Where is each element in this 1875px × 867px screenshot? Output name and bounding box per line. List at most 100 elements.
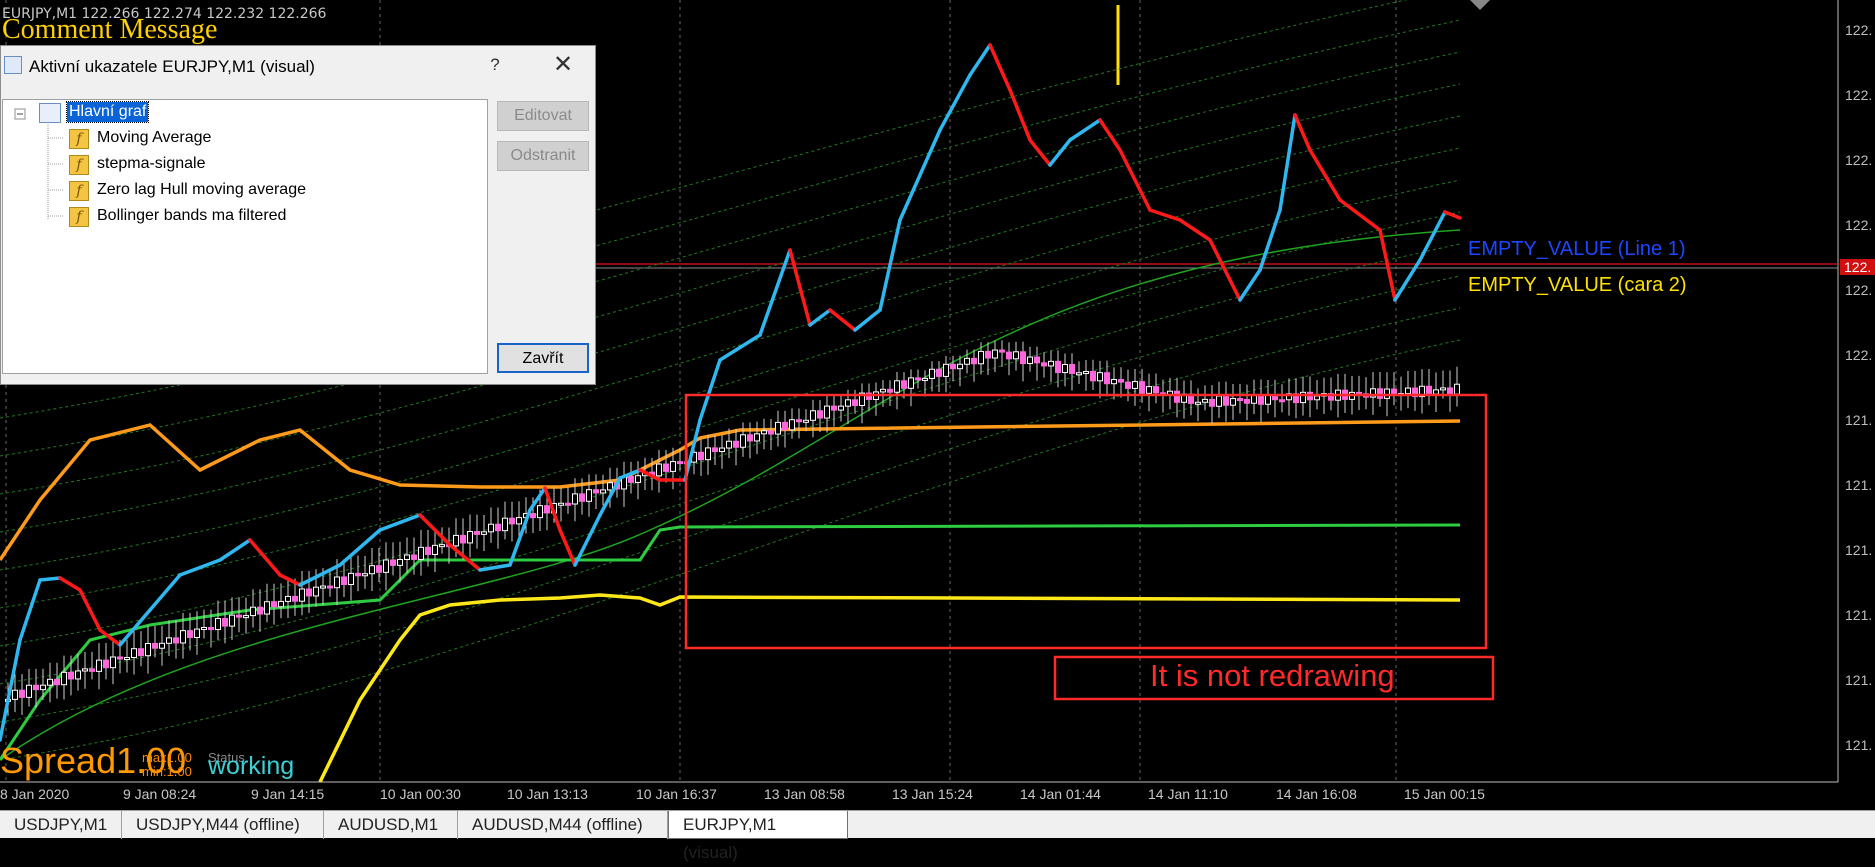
candle-body <box>705 447 711 461</box>
tab-audusd-m1[interactable]: AUDUSD,M1 <box>324 811 458 839</box>
dialog-title: Aktivní ukazatele EURJPY,M1 (visual) <box>29 57 315 76</box>
time-label: 14 Jan 01:44 <box>1020 786 1101 802</box>
comment-message: Comment Message <box>2 14 218 45</box>
hull-ma-segment <box>1393 258 1422 302</box>
candle-body <box>75 670 81 680</box>
time-label: 10 Jan 13:13 <box>507 786 588 802</box>
candle-body <box>54 678 60 686</box>
candle-body <box>1006 351 1012 360</box>
candle-body <box>250 606 256 617</box>
candle-body <box>1447 387 1453 395</box>
price-label: 121. <box>1845 542 1873 558</box>
tree-item-main-chart[interactable]: Hlavní graf <box>65 101 150 123</box>
candle-body <box>712 447 718 453</box>
price-label: 122. <box>1845 282 1873 298</box>
candle-body <box>747 434 753 442</box>
indicator-function-icon: f <box>69 181 89 201</box>
candle-body <box>929 368 935 379</box>
hull-ma-segment <box>938 73 972 132</box>
candle-body <box>355 572 361 577</box>
candle-body <box>1279 399 1285 403</box>
candle-body <box>852 399 858 407</box>
candle-body <box>530 513 536 519</box>
tree-item-bollinger-bands[interactable]: Bollinger bands ma filtered <box>97 207 286 225</box>
time-label: 9 Jan 14:15 <box>251 786 325 802</box>
candle-body <box>558 502 564 506</box>
candle-body <box>61 671 67 686</box>
candle-body <box>950 363 956 370</box>
candle-body <box>628 476 634 483</box>
candle-body <box>264 601 270 615</box>
candle-body <box>1440 387 1446 391</box>
price-label: 121. <box>1845 607 1873 623</box>
candle-body <box>1377 388 1383 399</box>
edit-button[interactable]: Editovat <box>497 101 589 131</box>
status-value: working <box>208 752 295 780</box>
close-button[interactable]: Zavřít <box>497 343 589 373</box>
candle-body <box>187 630 193 638</box>
tab-eurjpy-visual[interactable]: EURJPY,M1 (visual) <box>668 811 848 862</box>
candle-body <box>124 656 130 660</box>
candle-body <box>418 546 424 560</box>
candle-body <box>68 671 74 680</box>
candle-body <box>285 595 291 602</box>
candle-body <box>1195 401 1201 405</box>
candle-body <box>502 517 508 532</box>
candle-body <box>936 368 942 377</box>
candle-body <box>1230 398 1236 406</box>
hull-ma-segment <box>988 43 1012 92</box>
close-window-button[interactable]: ✕ <box>537 49 589 81</box>
candle-body <box>985 350 991 359</box>
candle-body <box>600 489 606 494</box>
price-label: 122. <box>1845 152 1873 168</box>
hull-ma-segment <box>1068 118 1102 142</box>
candle-body <box>719 447 725 453</box>
candle-body <box>467 531 473 544</box>
candle-body <box>509 517 515 525</box>
candle-body <box>845 399 851 407</box>
candle-body <box>1076 372 1082 376</box>
hull-ma-segment <box>853 308 882 332</box>
candle-body <box>1237 398 1243 402</box>
candle-body <box>208 626 214 631</box>
non-repaint-highlight-box <box>684 393 1488 650</box>
tab-audusd-m44[interactable]: AUDUSD,M44 (offline) <box>458 811 668 839</box>
candle-body <box>838 405 844 411</box>
candle-body <box>1034 356 1040 364</box>
candle-body <box>1104 372 1110 385</box>
price-label: 121. <box>1845 672 1873 688</box>
candle-body <box>1097 372 1103 382</box>
candle-body <box>824 405 830 419</box>
hull-ma-segment <box>278 573 302 587</box>
remove-button[interactable]: Odstranit <box>497 141 589 171</box>
candle-body <box>1048 360 1054 367</box>
candle-body <box>887 388 893 393</box>
indicator-tree[interactable]: Hlavní graf f Moving Average f stepma-si… <box>2 99 488 374</box>
hull-ma-segment <box>898 128 942 222</box>
candle-body <box>439 544 445 548</box>
tab-usdjpy-m44[interactable]: USDJPY,M44 (offline) <box>122 811 324 839</box>
candle-body <box>1454 383 1460 395</box>
tab-usdjpy-m1[interactable]: USDJPY,M1 <box>0 811 122 839</box>
tree-item-zero-lag-hull[interactable]: Zero lag Hull moving average <box>97 181 306 199</box>
candle-body <box>586 489 592 502</box>
tree-item-moving-average[interactable]: Moving Average <box>97 129 211 147</box>
hull-ma-segment <box>378 513 422 532</box>
tree-item-stepma-signale[interactable]: stepma-signale <box>97 155 206 173</box>
candle-body <box>656 463 662 477</box>
hull-ma-segment <box>968 43 992 77</box>
price-label: 121. <box>1845 412 1873 428</box>
help-button[interactable]: ? <box>483 51 507 79</box>
candle-body <box>292 595 298 602</box>
candle-body <box>1013 351 1019 360</box>
candle-body <box>1041 362 1047 367</box>
empty-value-line-1-label: EMPTY_VALUE (Line 1) <box>1468 238 1686 260</box>
hull-ma-segment <box>78 588 102 632</box>
candle-body <box>1244 398 1250 404</box>
candle-body <box>390 559 396 566</box>
candle-body <box>33 684 39 691</box>
candle-body <box>964 357 970 365</box>
hull-ma-segment <box>18 578 42 642</box>
current-price-marker: 122. <box>1840 259 1875 275</box>
candle-body <box>817 410 823 419</box>
